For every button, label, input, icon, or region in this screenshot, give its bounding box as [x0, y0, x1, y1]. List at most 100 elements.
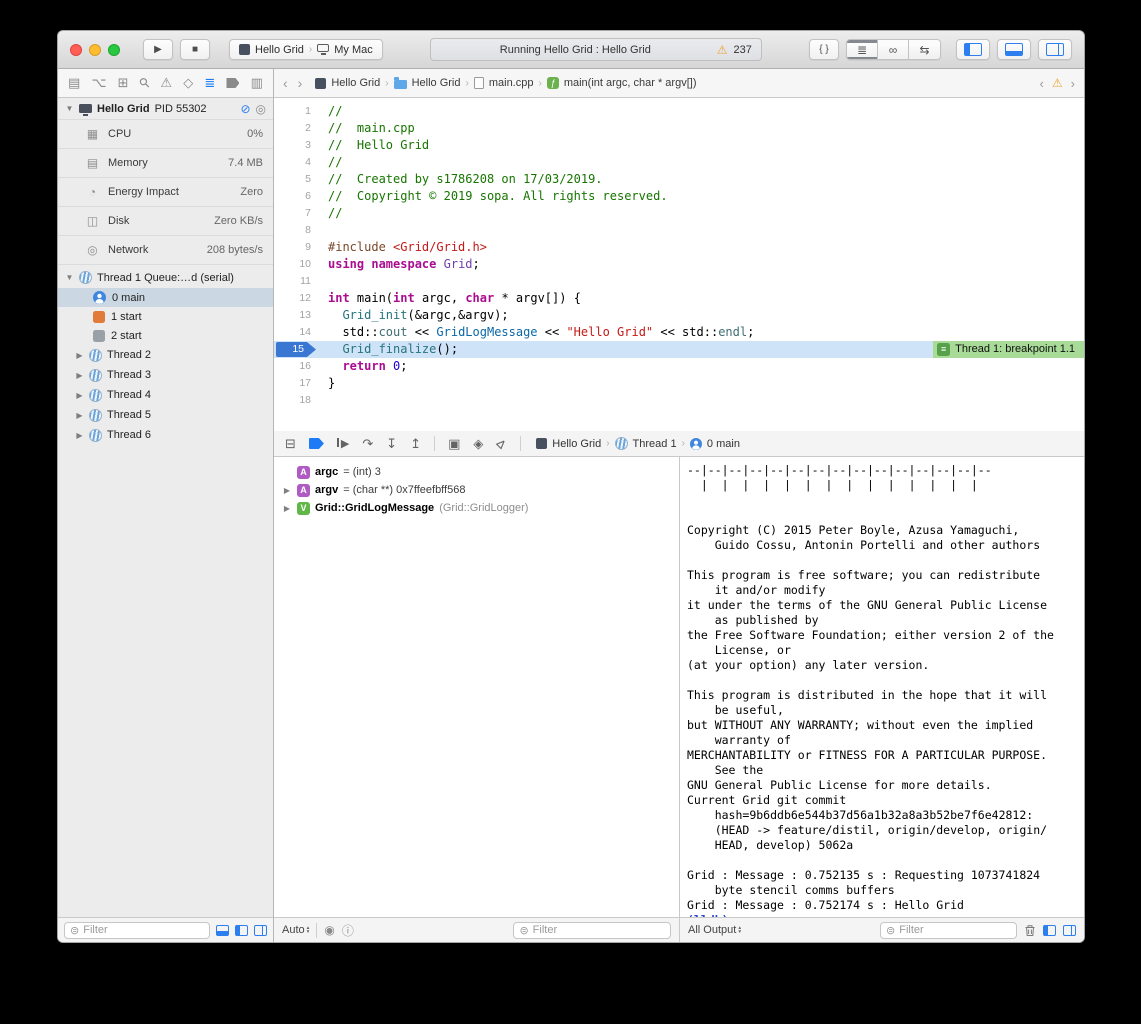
code-line-16[interactable]: 16 return 0;: [274, 358, 1084, 375]
line-number-15[interactable]: 15: [274, 341, 320, 358]
show-running-threads-toggle[interactable]: [216, 925, 229, 936]
step-into-icon[interactable]: ↧: [386, 436, 397, 452]
report-navigator-icon[interactable]: ▥: [251, 75, 263, 91]
scope-popup[interactable]: Auto ▴▾: [282, 924, 309, 936]
eye-icon[interactable]: ◉: [324, 923, 334, 937]
gauge-row-energy-impact[interactable]: ◔Energy ImpactZero: [58, 178, 273, 207]
step-out-icon[interactable]: ↥: [410, 436, 421, 452]
inspectors-toggle-button[interactable]: [1038, 39, 1072, 60]
warning-count[interactable]: 237: [734, 44, 752, 56]
source-control-navigator-icon[interactable]: ⌥: [91, 75, 106, 91]
code-line-17[interactable]: 17}: [274, 375, 1084, 392]
version-editor-button[interactable]: ⇆: [909, 40, 940, 59]
breakpoints-toggle-icon[interactable]: [309, 438, 324, 449]
line-number-14[interactable]: 14: [274, 324, 320, 341]
breakpoint-annotation[interactable]: ≡Thread 1: breakpoint 1.1: [933, 341, 1084, 358]
gauge-row-cpu[interactable]: ▦CPU0%: [58, 120, 273, 149]
process-row[interactable]: ▼ Hello Grid PID 55302 ⊘ ◎: [58, 98, 273, 120]
process-pause-icon[interactable]: ⊘: [240, 102, 250, 116]
issue-navigator-icon[interactable]: ⚠: [160, 75, 172, 91]
line-number-12[interactable]: 12: [274, 290, 320, 307]
breadcrumb-file[interactable]: main.cpp: [489, 77, 534, 89]
code-line-15[interactable]: 15 Grid_finalize();≡Thread 1: breakpoint…: [274, 341, 1084, 358]
stack-frame-1-start[interactable]: 1 start: [58, 307, 273, 326]
trash-icon[interactable]: [1024, 924, 1036, 937]
memory-graph-icon[interactable]: ◈: [473, 436, 483, 452]
show-stack-frames-toggle[interactable]: [235, 925, 248, 936]
variables-filter-input[interactable]: [533, 924, 665, 936]
navigator-toggle-button[interactable]: [956, 39, 990, 60]
symbol-navigator-icon[interactable]: ⊞: [118, 75, 129, 91]
code-review-button[interactable]: { }: [809, 39, 839, 60]
breadcrumb-project[interactable]: Hello Grid: [331, 77, 380, 89]
disclosure-closed-icon[interactable]: ▶: [75, 351, 84, 360]
line-number-7[interactable]: 7: [274, 205, 320, 222]
code-line-6[interactable]: 6// Copyright © 2019 sopa. All rights re…: [274, 188, 1084, 205]
code-line-12[interactable]: 12int main(int argc, char * argv[]) {: [274, 290, 1084, 307]
run-button[interactable]: ▶: [143, 39, 173, 60]
hide-debug-area-icon[interactable]: ⊟: [285, 436, 296, 452]
warning-icon[interactable]: ⚠: [717, 43, 728, 57]
line-number-8[interactable]: 8: [274, 222, 320, 239]
find-navigator-icon[interactable]: ⚲: [135, 74, 153, 92]
breakpoint-navigator-icon[interactable]: [226, 78, 239, 88]
disclosure-open-icon[interactable]: ▼: [65, 273, 74, 282]
scheme-selector[interactable]: Hello Grid › My Mac: [229, 39, 383, 60]
next-issue-button[interactable]: ›: [1071, 76, 1075, 91]
disclosure-icon[interactable]: ▶: [282, 486, 292, 495]
code-line-2[interactable]: 2// main.cpp: [274, 120, 1084, 137]
stack-frame-0-main[interactable]: 0 main: [58, 288, 273, 307]
line-number-3[interactable]: 3: [274, 137, 320, 154]
thread-1-row[interactable]: ▼ Thread 1 Queue:…d (serial): [58, 267, 273, 288]
console-view-toggle[interactable]: [1063, 925, 1076, 936]
thread-row[interactable]: ▶Thread 3: [58, 365, 273, 385]
code-line-7[interactable]: 7//: [274, 205, 1084, 222]
gauge-row-network[interactable]: ◎Network208 bytes/s: [58, 236, 273, 265]
source-editor[interactable]: 1//2// main.cpp3// Hello Grid4//5// Crea…: [274, 98, 1084, 431]
disclosure-closed-icon[interactable]: ▶: [75, 391, 84, 400]
disclosure-closed-icon[interactable]: ▶: [75, 411, 84, 420]
line-number-11[interactable]: 11: [274, 273, 320, 290]
step-over-icon[interactable]: ↷: [362, 436, 373, 452]
code-line-14[interactable]: 14 std::cout << GridLogMessage << "Hello…: [274, 324, 1084, 341]
project-navigator-icon[interactable]: ▤: [68, 75, 80, 91]
debug-crumb-frame[interactable]: 0 main: [707, 438, 740, 450]
line-number-5[interactable]: 5: [274, 171, 320, 188]
navigator-filter-field[interactable]: ⊜: [64, 922, 210, 939]
line-number-16[interactable]: 16: [274, 358, 320, 375]
line-number-1[interactable]: 1: [274, 103, 320, 120]
variable-row[interactable]: Aargc= (int) 3: [282, 463, 679, 481]
forward-button[interactable]: ›: [298, 75, 303, 91]
code-line-4[interactable]: 4//: [274, 154, 1084, 171]
code-line-18[interactable]: 18: [274, 392, 1084, 409]
zoom-window-button[interactable]: [108, 44, 120, 56]
breakpoint-badge[interactable]: 15: [276, 342, 316, 357]
line-number-17[interactable]: 17: [274, 375, 320, 392]
console-output[interactable]: --|--|--|--|--|--|--|--|--|--|--|--|--|-…: [680, 457, 1084, 917]
variables-view-toggle[interactable]: [1043, 925, 1056, 936]
line-number-2[interactable]: 2: [274, 120, 320, 137]
line-number-9[interactable]: 9: [274, 239, 320, 256]
gauge-row-disk[interactable]: ◫DiskZero KB/s: [58, 207, 273, 236]
test-navigator-icon[interactable]: ◇: [183, 75, 193, 91]
previous-issue-button[interactable]: ‹: [1040, 76, 1044, 91]
code-line-9[interactable]: 9#include <Grid/Grid.h>: [274, 239, 1084, 256]
line-number-10[interactable]: 10: [274, 256, 320, 273]
thread-row[interactable]: ▶Thread 4: [58, 385, 273, 405]
console-filter-input[interactable]: [899, 924, 1011, 936]
variables-filter-field[interactable]: ⊜: [513, 922, 671, 939]
thread-row[interactable]: ▶Thread 2: [58, 345, 273, 365]
line-number-6[interactable]: 6: [274, 188, 320, 205]
continue-icon[interactable]: ▶: [337, 437, 349, 450]
debug-crumb-thread[interactable]: Thread 1: [633, 438, 677, 450]
breadcrumb-symbol[interactable]: main(int argc, char * argv[]): [564, 77, 697, 89]
thread-row[interactable]: ▶Thread 5: [58, 405, 273, 425]
back-button[interactable]: ‹: [283, 75, 288, 91]
info-icon[interactable]: ⓘ: [342, 922, 354, 939]
debug-navigator-icon[interactable]: ≣: [204, 75, 215, 91]
disclosure-closed-icon[interactable]: ▶: [75, 371, 84, 380]
output-filter-popup[interactable]: All Output ▴▾: [688, 924, 741, 936]
debug-crumb-process[interactable]: Hello Grid: [552, 438, 601, 450]
standard-editor-button[interactable]: ≣: [847, 40, 878, 59]
close-window-button[interactable]: [70, 44, 82, 56]
